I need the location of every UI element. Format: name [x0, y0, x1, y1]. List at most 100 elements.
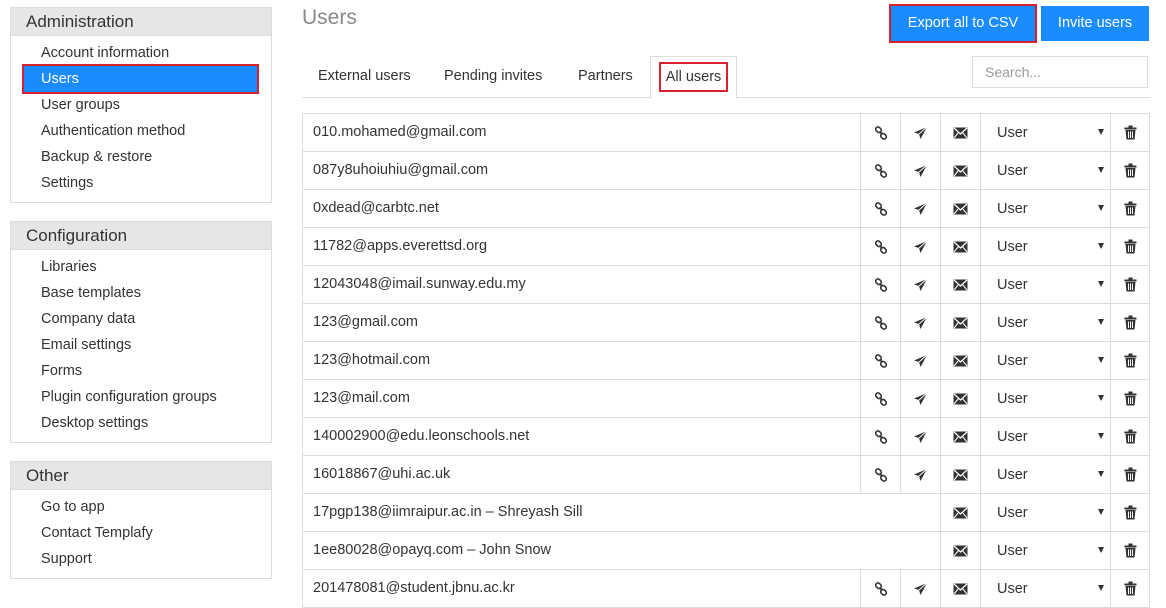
- envelope-icon[interactable]: [940, 532, 980, 569]
- trash-icon[interactable]: [1110, 418, 1150, 455]
- envelope-icon[interactable]: [940, 418, 980, 455]
- sidebar-item-administration-5[interactable]: Settings: [11, 170, 271, 196]
- sidebar-item-configuration-0[interactable]: Libraries: [11, 254, 271, 280]
- table-row: 11782@apps.everettsd.org User: [302, 228, 1150, 266]
- envelope-icon[interactable]: [940, 304, 980, 341]
- role-cell: User: [980, 380, 1110, 417]
- sidebar-item-configuration-2[interactable]: Company data: [11, 306, 271, 332]
- paper-plane-icon[interactable]: [900, 418, 940, 455]
- role-cell: User: [980, 342, 1110, 379]
- envelope-icon[interactable]: [940, 190, 980, 227]
- link-icon[interactable]: [860, 228, 900, 265]
- search-input[interactable]: [972, 56, 1148, 88]
- sidebar-item-configuration-5[interactable]: Plugin configuration groups: [11, 384, 271, 410]
- link-icon[interactable]: [860, 380, 900, 417]
- paper-plane-icon[interactable]: [900, 342, 940, 379]
- role-select[interactable]: User: [981, 532, 1109, 569]
- trash-icon[interactable]: [1110, 114, 1150, 151]
- role-cell: User: [980, 152, 1110, 189]
- sidebar-item-administration-3[interactable]: Authentication method: [11, 118, 271, 144]
- sidebar-item-other-0[interactable]: Go to app: [11, 494, 271, 520]
- user-email: 16018867@uhi.ac.uk: [313, 466, 451, 482]
- trash-icon[interactable]: [1110, 380, 1150, 417]
- paper-plane-icon[interactable]: [900, 152, 940, 189]
- link-icon[interactable]: [860, 152, 900, 189]
- tab-partners[interactable]: Partners: [578, 56, 633, 96]
- envelope-icon[interactable]: [940, 266, 980, 303]
- trash-icon[interactable]: [1110, 190, 1150, 227]
- envelope-icon[interactable]: [940, 494, 980, 531]
- role-select[interactable]: User: [981, 152, 1109, 189]
- user-email: 0xdead@carbtc.net: [313, 200, 439, 216]
- link-icon[interactable]: [860, 570, 900, 607]
- role-select[interactable]: User: [981, 342, 1109, 379]
- sidebar-item-administration-2[interactable]: User groups: [11, 92, 271, 118]
- envelope-icon[interactable]: [940, 456, 980, 493]
- paper-plane-icon[interactable]: [900, 380, 940, 417]
- role-select[interactable]: User: [981, 190, 1109, 227]
- role-select[interactable]: User: [981, 266, 1109, 303]
- sidebar-item-configuration-6[interactable]: Desktop settings: [11, 410, 271, 436]
- envelope-icon[interactable]: [940, 342, 980, 379]
- paper-plane-icon[interactable]: [900, 228, 940, 265]
- trash-icon[interactable]: [1110, 456, 1150, 493]
- link-icon[interactable]: [860, 266, 900, 303]
- link-icon[interactable]: [860, 190, 900, 227]
- trash-icon[interactable]: [1110, 152, 1150, 189]
- table-row: 0xdead@carbtc.net User: [302, 190, 1150, 228]
- link-icon[interactable]: [860, 418, 900, 455]
- tab-all-users[interactable]: All users: [650, 56, 737, 99]
- trash-icon[interactable]: [1110, 228, 1150, 265]
- role-select[interactable]: User: [981, 114, 1109, 151]
- paper-plane-icon[interactable]: [900, 114, 940, 151]
- sidebar-item-configuration-4[interactable]: Forms: [11, 358, 271, 384]
- sidebar-item-administration-0[interactable]: Account information: [11, 40, 271, 66]
- role-select[interactable]: User: [981, 494, 1109, 531]
- configuration-header: Configuration: [11, 222, 271, 250]
- invite-users-button[interactable]: Invite users: [1041, 6, 1149, 41]
- link-icon[interactable]: [860, 304, 900, 341]
- sidebar-item-configuration-3[interactable]: Email settings: [11, 332, 271, 358]
- sidebar-item-other-2[interactable]: Support: [11, 546, 271, 572]
- role-cell: User: [980, 456, 1110, 493]
- tab-external-users[interactable]: External users: [318, 56, 411, 96]
- link-icon[interactable]: [860, 114, 900, 151]
- trash-icon[interactable]: [1110, 266, 1150, 303]
- tab-pending-invites[interactable]: Pending invites: [444, 56, 542, 96]
- envelope-icon[interactable]: [940, 570, 980, 607]
- paper-plane-icon[interactable]: [900, 456, 940, 493]
- paper-plane-icon[interactable]: [900, 570, 940, 607]
- envelope-icon[interactable]: [940, 114, 980, 151]
- role-select[interactable]: User: [981, 570, 1109, 607]
- sidebar-item-configuration-1[interactable]: Base templates: [11, 280, 271, 306]
- role-select[interactable]: User: [981, 418, 1109, 455]
- trash-icon[interactable]: [1110, 570, 1150, 607]
- table-row: 123@gmail.com User: [302, 304, 1150, 342]
- envelope-icon[interactable]: [940, 228, 980, 265]
- paper-plane-icon[interactable]: [900, 304, 940, 341]
- trash-icon[interactable]: [1110, 342, 1150, 379]
- user-email: 123@gmail.com: [313, 314, 418, 330]
- link-icon[interactable]: [860, 342, 900, 379]
- paper-plane-icon[interactable]: [900, 190, 940, 227]
- administration-menu: Account information Users User groups Authe…: [11, 36, 271, 202]
- sidebar-item-administration-1[interactable]: Users: [24, 66, 257, 92]
- role-select[interactable]: User: [981, 456, 1109, 493]
- sidebar-item-administration-4[interactable]: Backup & restore: [11, 144, 271, 170]
- tab-all-users-label: All users: [661, 64, 727, 90]
- export-csv-button[interactable]: Export all to CSV: [891, 6, 1035, 41]
- other-menu: Go to app Contact Templafy Support: [11, 490, 271, 578]
- paper-plane-icon[interactable]: [900, 266, 940, 303]
- role-select[interactable]: User: [981, 304, 1109, 341]
- link-icon[interactable]: [860, 456, 900, 493]
- table-row: 123@hotmail.com User: [302, 342, 1150, 380]
- trash-icon[interactable]: [1110, 494, 1150, 531]
- envelope-icon[interactable]: [940, 380, 980, 417]
- table-row: 17pgp138@iimraipur.ac.in – Shreyash Sill…: [302, 494, 1150, 532]
- envelope-icon[interactable]: [940, 152, 980, 189]
- trash-icon[interactable]: [1110, 532, 1150, 569]
- role-select[interactable]: User: [981, 380, 1109, 417]
- role-select[interactable]: User: [981, 228, 1109, 265]
- trash-icon[interactable]: [1110, 304, 1150, 341]
- sidebar-item-other-1[interactable]: Contact Templafy: [11, 520, 271, 546]
